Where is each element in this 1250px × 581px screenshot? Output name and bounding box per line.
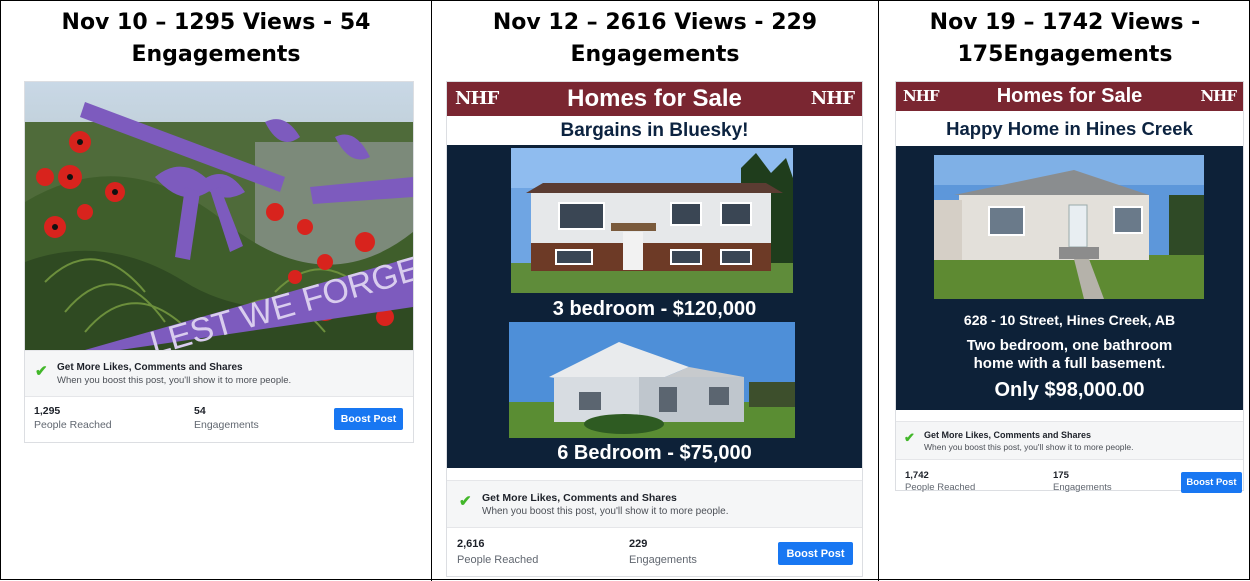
boost-post-button[interactable]: Boost Post — [334, 408, 403, 430]
engagements-value: 175 — [1053, 470, 1069, 481]
listing-image[interactable]: 628 - 10 Street, Hines Creek, AB Two bed… — [896, 146, 1243, 410]
promo-title: Get More Likes, Comments and Shares — [924, 430, 1092, 440]
house-photo-2 — [509, 322, 795, 438]
engagements-value: 54 — [194, 405, 206, 417]
facebook-post-card: NHF Homes for Sale NHF Happy Home in Hin… — [895, 81, 1244, 493]
promo-title: Get More Likes, Comments and Shares — [482, 492, 677, 504]
heading-line-1: Nov 19 – 1742 Views - — [929, 10, 1201, 35]
post-subhead: Bargains in Bluesky! — [447, 117, 862, 145]
boost-promo: ✔ Get More Likes, Comments and Shares Wh… — [896, 421, 1243, 460]
heading-line-2: Engagements — [131, 42, 301, 67]
house-photo-1 — [511, 148, 793, 293]
heading-line-2: Engagements — [570, 42, 740, 67]
check-icon: ✔ — [459, 493, 472, 510]
engagements-label: Engagements — [1053, 482, 1112, 493]
panel-heading: Nov 10 – 1295 Views - 54 Engagements — [1, 7, 431, 71]
boost-promo: ✔ Get More Likes, Comments and Shares Wh… — [447, 480, 862, 528]
people-reached-label: People Reached — [905, 482, 976, 493]
engagements-value: 229 — [629, 538, 648, 550]
house-logo-icon: NHF — [903, 87, 940, 105]
engagements-label: Engagements — [194, 419, 259, 431]
homes-banner: NHF Homes for Sale NHF — [447, 82, 862, 116]
people-reached-label: People Reached — [457, 554, 539, 566]
house-photo — [934, 155, 1204, 299]
caption-1: 3 bedroom - $120,000 — [552, 298, 757, 320]
boost-post-button[interactable]: Boost Post — [778, 542, 853, 565]
engagements-label: Engagements — [629, 554, 697, 566]
facebook-post-card: NHF Homes for Sale NHF Bargains in Blues… — [446, 81, 863, 577]
listing-description-2: home with a full basement. — [973, 355, 1166, 372]
listing-description-1: Two bedroom, one bathroom — [966, 337, 1173, 354]
wreath-illustration: LEST WE FORGET — [25, 82, 413, 350]
check-icon: ✔ — [35, 363, 48, 380]
people-reached-label: People Reached — [34, 419, 112, 431]
banner-title: Homes for Sale — [567, 85, 742, 112]
house-logo-icon: NHF — [455, 88, 499, 109]
heading-line-1: Nov 10 – 1295 Views - 54 — [61, 10, 371, 35]
promo-subtitle: When you boost this post, you'll show it… — [482, 506, 729, 517]
panel-heading: Nov 12 – 2616 Views - 229 Engagements — [432, 7, 878, 71]
listing-price: Only $98,000.00 — [994, 379, 1145, 401]
panel-nov-10: Nov 10 – 1295 Views - 54 Engagements LES… — [1, 1, 431, 581]
comparison-table: Nov 10 – 1295 Views - 54 Engagements LES… — [0, 0, 1250, 581]
homes-banner: NHF Homes for Sale NHF — [896, 82, 1243, 111]
promo-title: Get More Likes, Comments and Shares — [57, 362, 243, 373]
caption-2: 6 Bedroom - $75,000 — [557, 442, 752, 464]
heading-line-1: Nov 12 – 2616 Views - 229 — [492, 10, 818, 35]
banner-title: Homes for Sale — [996, 85, 1143, 107]
boost-promo: ✔ Get More Likes, Comments and Shares Wh… — [25, 350, 413, 397]
house-logo-icon: NHF — [1200, 87, 1237, 105]
panel-nov-12: Nov 12 – 2616 Views - 229 Engagements NH… — [431, 1, 878, 581]
check-icon: ✔ — [904, 430, 915, 445]
heading-line-2: 175Engagements — [957, 42, 1173, 67]
listing-address: 628 - 10 Street, Hines Creek, AB — [963, 312, 1176, 328]
promo-subtitle: When you boost this post, you'll show it… — [57, 375, 292, 386]
listing-image[interactable]: 3 bedroom - $120,000 6 Bedroom - $75,000 — [447, 145, 862, 468]
people-reached-value: 1,742 — [905, 470, 929, 481]
panel-nov-19: Nov 19 – 1742 Views - 175Engagements NHF… — [878, 1, 1250, 581]
boost-post-button[interactable]: Boost Post — [1181, 472, 1242, 493]
people-reached-value: 1,295 — [34, 405, 61, 417]
post-image-wreath[interactable]: LEST WE FORGET — [25, 82, 413, 350]
promo-subtitle: When you boost this post, you'll show it… — [924, 442, 1134, 452]
people-reached-value: 2,616 — [457, 538, 485, 550]
panel-heading: Nov 19 – 1742 Views - 175Engagements — [879, 7, 1250, 71]
facebook-post-card: LEST WE FORGET ✔ Get More Likes, Comment… — [24, 81, 414, 443]
post-subhead: Happy Home in Hines Creek — [896, 111, 1243, 146]
house-logo-icon: NHF — [810, 88, 855, 109]
